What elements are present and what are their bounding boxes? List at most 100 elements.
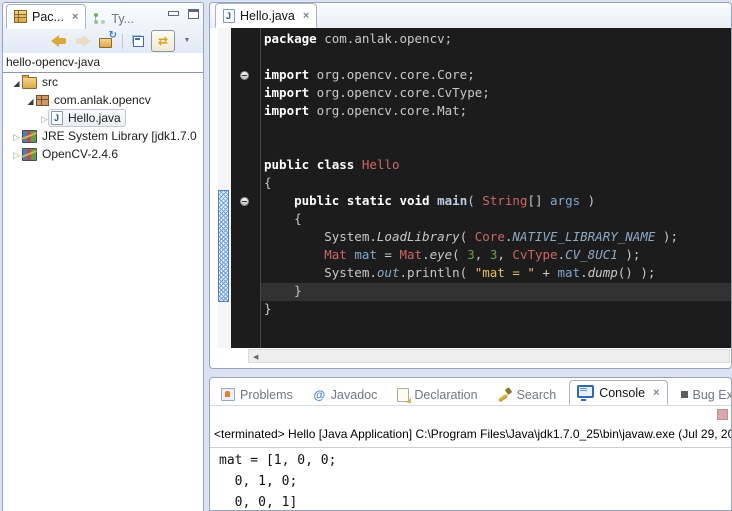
explorer-tab-ty[interactable]: Ty... — [86, 8, 141, 29]
editor-horizontal-scrollbar[interactable] — [248, 349, 730, 363]
console-panel: Problems Javadoc Declaration Search Console B… — [209, 377, 732, 511]
editor-tab-hello-java[interactable]: Hello.java — [215, 3, 317, 28]
collapse-all-button[interactable] — [127, 31, 149, 51]
console-monitor-icon — [577, 385, 594, 398]
link-with-editor-icon — [156, 34, 170, 48]
nav-forward-button[interactable] — [72, 31, 94, 51]
package-explorer-panel: Pac... Ty... hello-opencv-java src com.anl… — [2, 2, 204, 511]
console-tab-declaration[interactable]: Declaration — [390, 384, 484, 405]
expand-twisty-icon[interactable] — [11, 129, 22, 143]
project-name[interactable]: hello-opencv-java — [3, 54, 203, 73]
library-icon — [22, 148, 37, 161]
view-menu-button[interactable] — [177, 31, 199, 51]
code-line[interactable]: import org.opencv.core.Core; — [261, 67, 731, 85]
java-file-icon — [51, 111, 63, 125]
project-tree: src com.anlak.opencv Hello.java JRE System … — [3, 73, 203, 511]
tab-label: Pac... — [32, 10, 64, 24]
console-tab-javadoc[interactable]: Javadoc — [306, 384, 385, 405]
package-icon — [36, 95, 49, 106]
close-icon[interactable] — [303, 10, 309, 22]
minimize-icon — [168, 10, 179, 19]
console-tab-problems[interactable]: Problems — [214, 384, 300, 405]
go-into-icon — [99, 35, 115, 48]
code-line[interactable]: System.out.println( "mat = " + mat.dump(… — [261, 265, 731, 283]
console-output-line: mat = [1, 0, 0; — [219, 450, 731, 471]
tab-label: Console — [599, 386, 645, 400]
close-icon[interactable] — [653, 387, 659, 399]
nav-back-icon — [51, 35, 67, 47]
fold-collapse-icon[interactable] — [240, 197, 249, 206]
type-hierarchy-icon — [93, 13, 106, 25]
code-line[interactable]: { — [261, 175, 731, 193]
toolbar-separator — [122, 34, 123, 49]
java-file-icon — [223, 9, 235, 23]
folding-gutter — [231, 28, 260, 348]
collapse-twisty-icon[interactable] — [25, 93, 36, 107]
scroll-left-arrow-icon[interactable] — [253, 353, 258, 361]
console-tab-bug-explorer[interactable]: Bug Explorer — [674, 384, 732, 405]
console-tabbar: Problems Javadoc Declaration Search Console B… — [214, 379, 731, 405]
explorer-toolbar — [3, 30, 203, 52]
tree-item-label: src — [42, 75, 58, 89]
link-with-editor-button[interactable] — [151, 30, 175, 52]
expand-twisty-icon[interactable] — [11, 147, 22, 161]
code-line[interactable] — [261, 139, 731, 157]
console-tab-console[interactable]: Console — [569, 380, 667, 405]
tabbar-divider — [210, 405, 731, 406]
close-icon[interactable] — [72, 11, 78, 23]
eclipse-window: Pac... Ty... hello-opencv-java src com.anl… — [0, 0, 732, 511]
tree-item-jre-system-library-jdk1-7-0[interactable]: JRE System Library [jdk1.7.0 — [3, 127, 203, 145]
library-icon — [22, 130, 37, 143]
problems-icon — [221, 388, 235, 401]
tree-item-label: Hello.java — [68, 111, 121, 125]
editor-tabbar: Hello.java — [215, 5, 317, 28]
console-tab-search[interactable]: Search — [491, 384, 564, 405]
declaration-icon — [397, 388, 409, 402]
code-line[interactable] — [261, 121, 731, 139]
tab-label: Search — [517, 388, 557, 402]
bug-square-icon — [681, 391, 688, 398]
annotation-ruler[interactable] — [218, 28, 231, 348]
search-flashlight-icon — [498, 388, 512, 401]
code-line[interactable]: } — [261, 283, 731, 301]
collapse-all-icon — [133, 36, 144, 47]
tree-item-com-anlak-opencv[interactable]: com.anlak.opencv — [3, 91, 203, 109]
tree-item-hello-java[interactable]: Hello.java — [3, 109, 203, 127]
code-line[interactable]: public class Hello — [261, 157, 731, 175]
code-line[interactable]: System.LoadLibrary( Core.NATIVE_LIBRARY_… — [261, 229, 731, 247]
minimize-button[interactable] — [168, 10, 179, 19]
code-line[interactable]: { — [261, 211, 731, 229]
tab-label: Declaration — [414, 388, 477, 402]
console-output[interactable]: mat = [1, 0, 0; 0, 1, 0; 0, 0, 1] — [219, 450, 731, 510]
code-line[interactable]: Mat mat = Mat.eye( 3, 3, CvType.CV_8UC1 … — [261, 247, 731, 265]
code-line[interactable]: } — [261, 301, 731, 319]
maximize-icon — [188, 9, 199, 19]
console-title: <terminated> Hello [Java Application] C:… — [214, 427, 731, 444]
code-line[interactable]: package com.anlak.opencv; — [261, 31, 731, 49]
collapse-twisty-icon[interactable] — [11, 75, 22, 89]
explorer-tab-pac[interactable]: Pac... — [6, 4, 86, 29]
tab-label: Javadoc — [331, 388, 378, 402]
tree-item-label: com.anlak.opencv — [54, 93, 151, 107]
tree-item-label: JRE System Library [jdk1.7.0 — [42, 129, 197, 143]
tab-label: Ty... — [111, 12, 134, 26]
explorer-tabbar: Pac... Ty... — [6, 5, 165, 29]
code-line[interactable]: import org.opencv.core.CvType; — [261, 85, 731, 103]
maximize-button[interactable] — [188, 9, 199, 19]
go-into-button[interactable] — [96, 31, 118, 51]
nav-back-button[interactable] — [48, 31, 70, 51]
tree-item-src[interactable]: src — [3, 73, 203, 91]
folder-package-icon — [22, 77, 37, 89]
code-area[interactable]: package com.anlak.opencv; import org.ope… — [261, 28, 731, 348]
editor-panel: Hello.java package com.anlak.opencv; imp… — [209, 2, 732, 369]
code-line[interactable] — [261, 49, 731, 67]
nav-forward-icon — [75, 35, 91, 47]
fold-collapse-icon[interactable] — [240, 71, 249, 80]
code-editor: package com.anlak.opencv; import org.ope… — [218, 28, 731, 348]
code-line[interactable]: import org.opencv.core.Mat; — [261, 103, 731, 121]
package-explorer-icon — [14, 10, 27, 23]
tree-item-opencv-2-4-6[interactable]: OpenCV-2.4.6 — [3, 145, 203, 163]
tab-label: Problems — [240, 388, 293, 402]
code-line[interactable]: public static void main( String[] args ) — [261, 193, 731, 211]
terminate-button[interactable] — [717, 409, 728, 420]
